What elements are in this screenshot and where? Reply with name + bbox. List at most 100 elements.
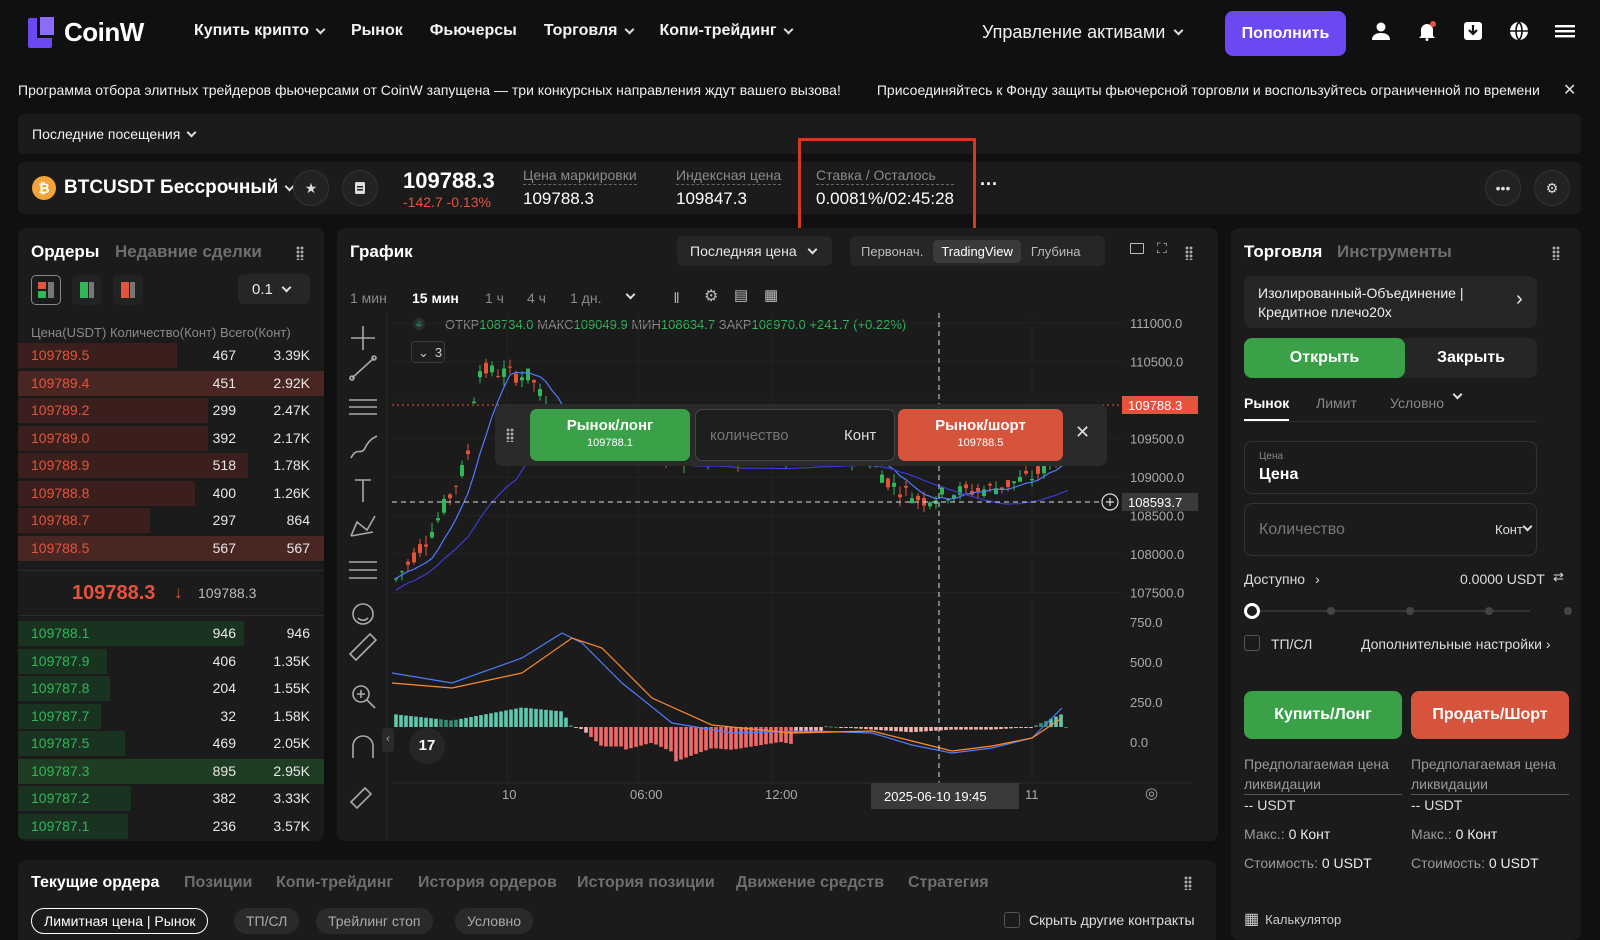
- tf-15m[interactable]: 15 мин: [412, 290, 459, 306]
- ask-row[interactable]: 109788.9 518 1.78K: [18, 452, 324, 479]
- drag-handle-icon[interactable]: [1185, 246, 1193, 260]
- bottom-tab[interactable]: История позиции: [577, 874, 715, 892]
- calculator-link[interactable]: ▦ Калькулятор: [1244, 909, 1341, 929]
- mark-price-stat[interactable]: Цена маркировки 109788.3: [523, 167, 637, 209]
- tf-1h[interactable]: 1 ч: [485, 290, 504, 306]
- calendar-icon[interactable]: ▦: [764, 286, 778, 304]
- bell-icon[interactable]: [1416, 20, 1438, 42]
- view-asks-button[interactable]: [113, 275, 143, 305]
- bottom-tab[interactable]: История ордеров: [418, 874, 557, 892]
- symbol-selector[interactable]: ₿ BTCUSDT Бессрочный: [32, 176, 295, 200]
- bid-row[interactable]: 109787.5 469 2.05K: [18, 730, 324, 757]
- order-type-limit[interactable]: Лимит: [1316, 395, 1357, 411]
- drawing-tools-icons[interactable]: [347, 318, 379, 838]
- quantity-field[interactable]: Количество Конт: [1244, 503, 1537, 556]
- ask-row[interactable]: 109788.5 567 567: [18, 535, 324, 562]
- favorite-star-button[interactable]: ★: [293, 170, 329, 206]
- more-options-icon[interactable]: •••: [1485, 170, 1521, 206]
- close-icon[interactable]: ✕: [1563, 80, 1576, 100]
- coinw-logo[interactable]: CoinW: [28, 14, 144, 48]
- bid-row[interactable]: 109787.8 204 1.55K: [18, 675, 324, 702]
- close-icon[interactable]: ✕: [1075, 422, 1090, 443]
- tf-1m[interactable]: 1 мин: [350, 290, 387, 306]
- bid-row[interactable]: 109788.1 946 946: [18, 620, 324, 647]
- tab-orders[interactable]: Ордеры: [31, 242, 99, 262]
- precision-select[interactable]: 0.1: [238, 274, 310, 304]
- collapse-toolbar-icon[interactable]: ‹: [382, 728, 394, 752]
- fullscreen-icon[interactable]: ⛶: [1157, 240, 1167, 257]
- tpsl-checkbox[interactable]: [1244, 635, 1260, 651]
- download-icon[interactable]: [1462, 20, 1484, 42]
- slider-step[interactable]: [1406, 607, 1414, 615]
- buy-long-button[interactable]: Купить/Лонг: [1244, 691, 1402, 739]
- drag-handle-icon[interactable]: [506, 428, 514, 442]
- more-stats-button[interactable]: ···: [980, 174, 998, 195]
- tab-tools[interactable]: Инструменты: [1337, 242, 1452, 262]
- bid-row[interactable]: 109787.9 406 1.35K: [18, 648, 324, 675]
- drag-handle-icon[interactable]: [1184, 876, 1192, 890]
- menu-futures[interactable]: Фьючерсы: [430, 22, 517, 40]
- hamburger-menu-icon[interactable]: [1554, 20, 1576, 42]
- bid-row[interactable]: 109787.3 895 2.95K: [18, 758, 324, 785]
- indicator-settings-icon[interactable]: ⚙: [704, 286, 718, 306]
- tf-4h[interactable]: 4 ч: [527, 290, 546, 306]
- slider-step[interactable]: [1244, 603, 1260, 619]
- contract-info-button[interactable]: [342, 170, 378, 206]
- menu-copy-trading[interactable]: Копи-трейдинг: [660, 22, 793, 40]
- bottom-tab[interactable]: Копи-трейдинг: [276, 874, 393, 892]
- asset-management-menu[interactable]: Управление активами: [982, 22, 1184, 43]
- settings-gear-icon[interactable]: ⚙: [1534, 170, 1570, 206]
- drag-handle-icon[interactable]: [1552, 246, 1560, 260]
- sell-short-button[interactable]: Продать/Шорт: [1411, 691, 1569, 739]
- menu-market[interactable]: Рынок: [351, 22, 403, 40]
- bottom-tab[interactable]: Текущие ордера: [31, 874, 159, 892]
- candle-type-icon[interactable]: 𝍪: [674, 288, 679, 313]
- drag-handle-icon[interactable]: [296, 246, 304, 260]
- tab-trade[interactable]: Торговля: [1244, 242, 1322, 262]
- view-bids-button[interactable]: [72, 275, 102, 305]
- transfer-icon[interactable]: ⇄: [1553, 569, 1564, 585]
- view-original[interactable]: Первонач.: [853, 240, 931, 263]
- ask-row[interactable]: 109788.8 400 1.26K: [18, 480, 324, 507]
- slider-step[interactable]: [1564, 607, 1572, 615]
- market-long-button[interactable]: Рынок/лонг 109788.1: [530, 409, 690, 461]
- ask-row[interactable]: 109789.2 299 2.47K: [18, 397, 324, 424]
- available-balance[interactable]: Доступно ›: [1244, 571, 1320, 587]
- hide-other-checkbox[interactable]: [1004, 912, 1020, 928]
- order-type-conditional[interactable]: Условно: [1390, 389, 1463, 411]
- market-short-button[interactable]: Рынок/шорт 109788.5: [898, 409, 1063, 461]
- price-field[interactable]: Цена Цена: [1244, 441, 1537, 494]
- tradingview-logo-icon[interactable]: 17: [409, 728, 445, 764]
- order-type-market[interactable]: Рынок: [1244, 395, 1290, 421]
- open-tab[interactable]: Открыть: [1244, 338, 1405, 378]
- order-filter-pill[interactable]: Трейлинг стоп: [316, 908, 433, 934]
- menu-buy-crypto[interactable]: Купить крипто: [194, 22, 326, 40]
- ask-row[interactable]: 109788.7 297 864: [18, 507, 324, 534]
- price-type-select[interactable]: Последняя цена: [677, 236, 832, 266]
- view-depth[interactable]: Глубина: [1023, 240, 1089, 263]
- deposit-button[interactable]: Пополнить: [1225, 11, 1346, 56]
- tab-recent-trades[interactable]: Недавние сделки: [115, 242, 262, 262]
- slider-step[interactable]: [1485, 607, 1493, 615]
- user-icon[interactable]: [1370, 20, 1392, 42]
- view-both-button[interactable]: [31, 275, 61, 305]
- bid-row[interactable]: 109787.1 236 3.57K: [18, 813, 324, 840]
- order-filter-pill[interactable]: Условно: [455, 908, 534, 934]
- ask-row[interactable]: 109789.4 451 2.92K: [18, 370, 324, 397]
- view-tradingview[interactable]: TradingView: [933, 239, 1021, 263]
- bid-row[interactable]: 109787.2 382 3.33K: [18, 785, 324, 812]
- globe-icon[interactable]: [1508, 20, 1530, 42]
- bottom-tab[interactable]: Стратегия: [908, 874, 989, 892]
- tf-1d[interactable]: 1 дн.: [570, 290, 601, 306]
- slider-step[interactable]: [1327, 607, 1335, 615]
- bottom-tab[interactable]: Движение средств: [736, 874, 884, 892]
- order-filter-pill[interactable]: ТП/СЛ: [234, 908, 300, 934]
- price-chart[interactable]: 111000.0110500.0110000.0109500.0109000.0…: [392, 313, 1218, 841]
- chevron-down-icon[interactable]: [625, 289, 636, 300]
- chart-settings-icon[interactable]: ◎: [1145, 784, 1158, 802]
- bid-row[interactable]: 109787.7 32 1.58K: [18, 703, 324, 730]
- bottom-tab[interactable]: Позиции: [184, 874, 252, 892]
- close-tab[interactable]: Закрыть: [1405, 338, 1537, 378]
- template-icon[interactable]: ▤: [734, 286, 748, 304]
- margin-mode-selector[interactable]: Изолированный-Объединение | Кредитное пл…: [1244, 276, 1537, 328]
